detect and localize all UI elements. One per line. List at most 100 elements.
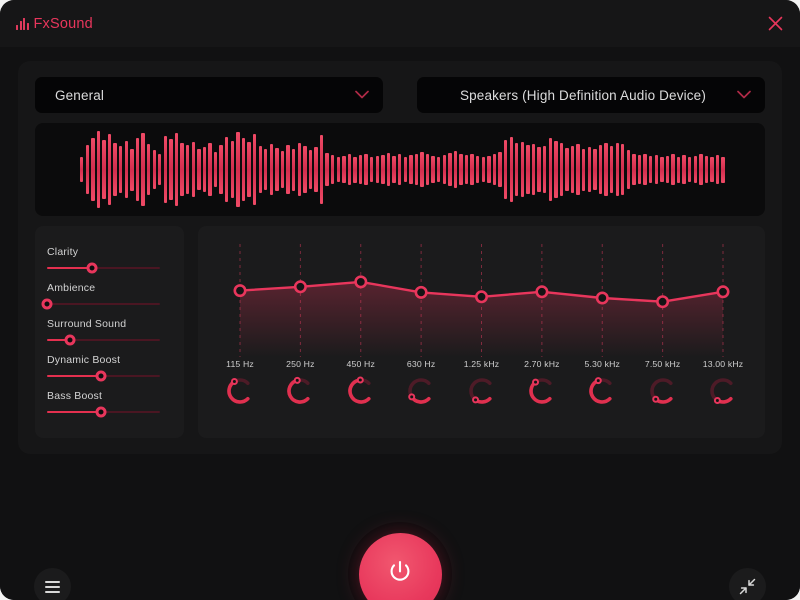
waveform-bar	[520, 141, 525, 198]
eq-point-250Hz[interactable]	[293, 280, 307, 294]
waveform-bar	[431, 155, 435, 184]
waveform-bar	[96, 130, 101, 209]
waveform-bar	[146, 144, 151, 195]
waveform-bar	[531, 144, 536, 195]
eq-knob-2700hz[interactable]	[527, 375, 557, 405]
eq-point-125kHz[interactable]	[474, 290, 488, 304]
waveform-bar	[593, 149, 597, 190]
waveform-bar	[554, 140, 558, 199]
waveform-bar	[565, 147, 569, 192]
eq-knob-indicator	[531, 378, 539, 386]
waveform-bar	[308, 150, 313, 189]
slider-surround-sound-knob[interactable]	[64, 334, 76, 346]
device-dropdown[interactable]: Speakers (High Definition Audio Device)	[417, 77, 765, 113]
waveform-bar	[537, 146, 541, 193]
waveform-bar	[247, 141, 251, 198]
eq-point-1300kHz[interactable]	[716, 285, 730, 299]
eq-knob-630hz[interactable]	[406, 375, 436, 405]
waveform-bar	[425, 154, 430, 185]
preset-dropdown[interactable]: General	[35, 77, 383, 113]
waveform-bar	[459, 153, 463, 186]
waveform-bar	[325, 152, 329, 187]
waveform-bar	[526, 145, 530, 194]
waveform-bar	[470, 154, 474, 185]
slider-clarity-track[interactable]	[47, 262, 160, 274]
eq-knob-indicator	[595, 377, 603, 385]
waveform-bar	[347, 154, 352, 185]
close-icon[interactable]	[762, 10, 788, 36]
waveform-bar	[342, 155, 346, 184]
eq-band-frequency-label: 13.00 kHz	[702, 359, 744, 369]
waveform-bar	[358, 155, 363, 184]
eq-band-750kHz: 7.50 kHz	[634, 359, 692, 405]
waveform-bar	[576, 144, 580, 195]
eq-band-1300kHz: 13.00 kHz	[694, 359, 752, 405]
eq-knob-indicator	[651, 395, 659, 403]
waveform-bar	[637, 155, 642, 184]
content-card: General Speakers (High Definition Audio …	[18, 61, 782, 454]
waveform-bar	[158, 154, 162, 185]
eq-point-115Hz[interactable]	[233, 284, 247, 298]
waveform-bar	[704, 156, 709, 183]
waveform-bar	[124, 140, 129, 199]
waveform-bar	[91, 137, 95, 202]
slider-ambience-track[interactable]	[41, 298, 160, 310]
eq-knob-450hz[interactable]	[346, 375, 376, 405]
slider-dynamic-boost-fill	[47, 375, 102, 377]
slider-dynamic-boost-track[interactable]	[47, 370, 160, 382]
slider-bass-boost-knob[interactable]	[95, 406, 107, 418]
eq-band-frequency-label: 630 Hz	[406, 359, 436, 369]
hamburger-menu-icon[interactable]	[34, 568, 71, 600]
waveform-bar	[297, 143, 301, 196]
title-bar: FxSound	[0, 0, 800, 47]
chevron-down-icon	[355, 86, 369, 104]
slider-clarity-fill	[47, 267, 93, 269]
waveform-bar	[665, 155, 670, 184]
slider-surround-sound-label: Surround Sound	[47, 318, 127, 330]
waveform-bar	[403, 156, 407, 183]
eq-knob-115hz[interactable]	[225, 375, 255, 405]
waveform-bar	[174, 133, 179, 206]
waveform-bar	[102, 140, 106, 199]
waveform-bar	[559, 142, 564, 197]
waveform-bar	[85, 145, 89, 194]
eq-knob-1250hz[interactable]	[467, 375, 497, 405]
waveform-bar	[219, 145, 223, 194]
eq-knob-7500hz[interactable]	[648, 375, 678, 405]
waveform-bar	[715, 155, 720, 184]
waveform-bar	[548, 138, 552, 201]
eq-band-250Hz: 250 Hz	[271, 359, 329, 405]
waveform-bar	[353, 156, 357, 183]
waveform-bar	[208, 143, 212, 196]
waveform-bar	[693, 155, 697, 184]
waveform-bar	[515, 143, 519, 196]
effect-sliders-panel: Clarity Ambience Surround Sound Dynamic Boo…	[35, 226, 184, 438]
equalizer-bars-icon	[16, 17, 29, 30]
slider-dynamic-boost-knob[interactable]	[95, 370, 107, 382]
eq-knob-indicator	[408, 393, 416, 401]
eq-response-graph[interactable]	[198, 226, 765, 364]
preset-dropdown-value: General	[55, 87, 105, 103]
eq-knob-indicator	[713, 396, 721, 404]
waveform-bar	[509, 136, 513, 203]
slider-bass-boost-track[interactable]	[47, 406, 160, 418]
waveform-bar	[364, 153, 368, 186]
eq-point-530kHz[interactable]	[595, 291, 609, 305]
eq-knob-5300hz[interactable]	[587, 375, 617, 405]
waveform-bar	[163, 135, 168, 204]
waveform-bar	[699, 154, 703, 185]
eq-point-270kHz[interactable]	[535, 285, 549, 299]
slider-surround-sound-track[interactable]	[47, 334, 160, 346]
eq-point-450Hz[interactable]	[354, 275, 368, 289]
collapse-arrows-icon[interactable]	[729, 568, 766, 600]
eq-knob-250hz[interactable]	[285, 375, 315, 405]
slider-ambience-knob[interactable]	[41, 298, 53, 310]
waveform-bar	[258, 146, 262, 193]
power-button[interactable]	[348, 522, 452, 600]
eq-point-630Hz[interactable]	[414, 285, 428, 299]
eq-knob-13000hz[interactable]	[708, 375, 738, 405]
waveform-bar	[141, 132, 145, 207]
eq-point-750kHz[interactable]	[656, 295, 670, 309]
waveform-bar	[710, 156, 714, 183]
slider-clarity-knob[interactable]	[86, 262, 98, 274]
